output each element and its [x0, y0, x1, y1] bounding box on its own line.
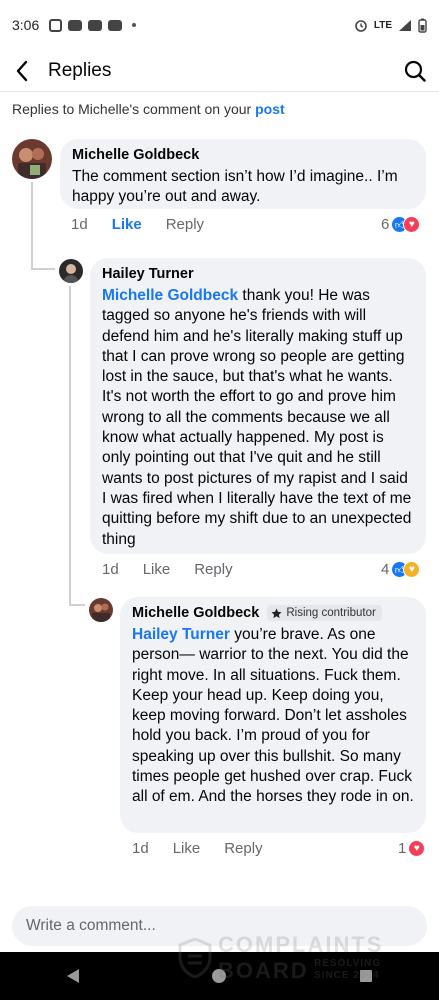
comment-bubble: Michelle Goldbeck The comment section is… [60, 139, 426, 209]
reaction-count: 1 [398, 840, 407, 857]
reaction-summary[interactable]: 4 👍︎ ♥ [381, 561, 421, 578]
search-button[interactable] [391, 50, 439, 92]
comment-time: 1d [132, 840, 149, 857]
status-bar: 3:06 LTE [0, 0, 439, 50]
search-icon [404, 60, 426, 82]
badge-label: Rising contributor [286, 607, 376, 619]
avatar[interactable] [12, 139, 52, 179]
mention-link[interactable]: Michelle Goldbeck [102, 287, 238, 304]
comment-bubble: Michelle Goldbeck Rising contributor Hai… [120, 597, 426, 833]
like-button[interactable]: Like [112, 216, 142, 233]
comment-text: Michelle Goldbeck thank you! He was tagg… [102, 286, 414, 550]
comment-body: you’re brave. As one person— warrior to … [132, 626, 414, 806]
alarm-icon [355, 20, 367, 32]
context-text: Replies to Michelle's comment on your [12, 101, 256, 117]
reaction-summary[interactable]: 1 ♥ [398, 840, 426, 857]
love-reaction-icon: ♥ [403, 216, 421, 233]
status-time: 3:06 [12, 17, 40, 33]
comment-author[interactable]: Michelle Goldbeck [72, 147, 414, 163]
reply-button[interactable]: Reply [166, 216, 204, 233]
comment-input[interactable]: Write a comment... [12, 906, 427, 946]
youtube-icon [88, 19, 103, 31]
love-reaction-icon: ♥ [408, 840, 426, 857]
comment-actions: 1d Like Reply [102, 561, 257, 578]
app-header: Replies [0, 50, 439, 92]
page-title: Replies [48, 59, 112, 81]
like-button[interactable]: Like [173, 840, 201, 857]
comment-actions: 1d Like Reply [71, 216, 228, 233]
battery-icon [418, 18, 427, 33]
nav-back-icon [67, 969, 80, 983]
reaction-count: 4 [381, 561, 390, 578]
reply-button[interactable]: Reply [194, 561, 232, 578]
notification-icons [49, 18, 137, 32]
comment-text: The comment section isn’t how I’d imagin… [72, 168, 398, 206]
nav-home-icon [212, 969, 227, 983]
instagram-icon [49, 18, 63, 32]
nav-recents-icon [359, 970, 372, 982]
comment-time: 1d [102, 561, 119, 578]
comment-author[interactable]: Hailey Turner [102, 266, 414, 282]
back-nav-button[interactable] [53, 956, 93, 996]
network-type: LTE [373, 19, 392, 31]
care-reaction-icon: ♥ [403, 561, 421, 578]
comment-text: Hailey Turner you’re brave. As one perso… [132, 625, 414, 808]
thread-connector [69, 286, 71, 606]
system-nav-bar [0, 952, 439, 1000]
signal-icon [399, 19, 411, 31]
post-link[interactable]: post [255, 101, 285, 117]
reaction-summary[interactable]: 6 👍︎ ♥ [381, 216, 421, 233]
comment-time: 1d [71, 216, 88, 233]
like-button[interactable]: Like [143, 561, 171, 578]
youtube-icon [68, 19, 83, 31]
replies-context: Replies to Michelle's comment on your po… [12, 101, 285, 117]
more-notifications-icon [132, 23, 137, 27]
mention-link[interactable]: Hailey Turner [132, 626, 230, 643]
reaction-count: 6 [381, 216, 390, 233]
back-button[interactable] [0, 50, 44, 92]
thread-connector [31, 268, 55, 270]
rising-contributor-badge[interactable]: Rising contributor [267, 605, 382, 621]
recents-nav-button[interactable] [346, 956, 386, 996]
back-arrow-icon [16, 60, 28, 81]
comment-body: thank you! He was tagged so anyone he's … [102, 287, 412, 548]
reply-button[interactable]: Reply [224, 840, 262, 857]
home-nav-button[interactable] [199, 956, 239, 996]
avatar[interactable] [89, 598, 113, 622]
comment-author-row: Michelle Goldbeck Rising contributor [132, 605, 414, 621]
thread-connector [31, 182, 33, 270]
comment-input-placeholder: Write a comment... [26, 917, 156, 934]
comment-bubble: Hailey Turner Michelle Goldbeck thank yo… [90, 258, 426, 554]
avatar[interactable] [59, 259, 83, 283]
youtube-icon [108, 19, 123, 31]
comment-author[interactable]: Michelle Goldbeck [132, 605, 259, 621]
thread-connector [69, 604, 85, 606]
comment-actions: 1d Like Reply [132, 840, 287, 857]
system-icons: LTE [354, 18, 427, 33]
star-icon [271, 608, 282, 618]
